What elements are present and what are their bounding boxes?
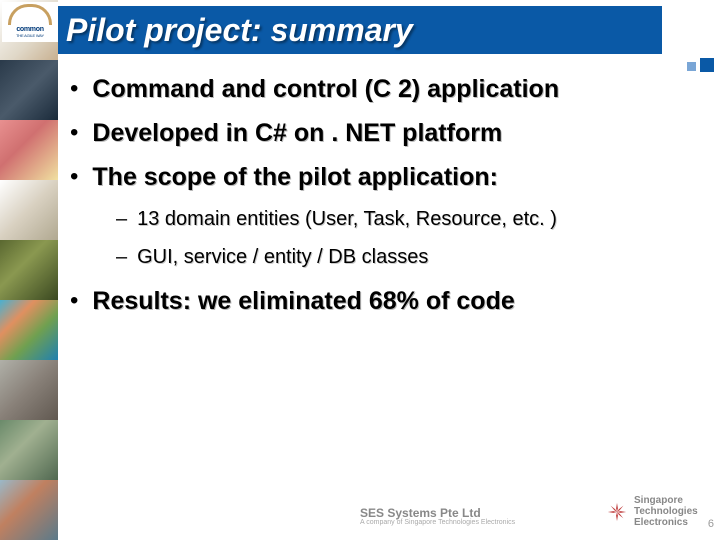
bullet-2-text: Developed in C# on . NET platform (92, 118, 502, 148)
corner-small-square (687, 62, 696, 71)
page-number: 6 (708, 518, 714, 530)
bullet-dot-icon: • (70, 118, 78, 148)
bullet-3: • The scope of the pilot application: (70, 162, 706, 192)
left-image-strip (0, 0, 58, 540)
bullet-dot-icon: • (70, 74, 78, 104)
slide-title: Pilot project: summary (66, 12, 413, 49)
title-bar: Pilot project: summary (58, 6, 662, 54)
bullet-dot-icon: • (70, 162, 78, 192)
bullet-3-text: The scope of the pilot application: (92, 162, 498, 192)
company1-sub: A company of Singapore Technologies Elec… (360, 519, 515, 526)
strip-img-6 (0, 360, 58, 420)
footer: SES Systems Pte Ltd A company of Singapo… (58, 490, 720, 534)
bullet-4-text: Results: we eliminated 68% of code (92, 286, 514, 316)
logo-text: common (2, 26, 58, 33)
strip-img-4 (0, 240, 58, 300)
subbullet-1: – 13 domain entities (User, Task, Resour… (116, 206, 706, 232)
strip-img-3 (0, 180, 58, 240)
corner-big-square (700, 58, 714, 72)
footer-company-2: Singapore Technologies Electronics (606, 495, 720, 528)
company2-line1: Singapore Technologies (634, 495, 720, 517)
logo: common THE AGILE WAY (2, 2, 58, 42)
logo-swoosh-icon (8, 4, 52, 25)
strip-img-7 (0, 420, 58, 480)
logo-subtext: THE AGILE WAY (2, 33, 58, 38)
bullet-dash-icon: – (116, 244, 127, 270)
subbullet-2: – GUI, service / entity / DB classes (116, 244, 706, 270)
bullet-dot-icon: • (70, 286, 78, 316)
bullet-1-text: Command and control (C 2) application (92, 74, 559, 104)
bullet-2: • Developed in C# on . NET platform (70, 118, 706, 148)
footer-company-1: SES Systems Pte Ltd A company of Singapo… (360, 506, 515, 526)
content-area: • Command and control (C 2) application … (70, 74, 706, 330)
subbullet-2-text: GUI, service / entity / DB classes (137, 244, 428, 270)
slide: common THE AGILE WAY Pilot project: summ… (0, 0, 720, 540)
bullet-dash-icon: – (116, 206, 127, 232)
strip-img-5 (0, 300, 58, 360)
subbullet-1-text: 13 domain entities (User, Task, Resource… (137, 206, 557, 232)
corner-accent-icon (670, 58, 714, 70)
company1-name: SES Systems Pte Ltd (360, 506, 515, 520)
star-icon (606, 501, 628, 523)
strip-img-1 (0, 60, 58, 120)
strip-img-2 (0, 120, 58, 180)
bullet-4: • Results: we eliminated 68% of code (70, 286, 706, 316)
strip-img-8 (0, 480, 58, 540)
bullet-1: • Command and control (C 2) application (70, 74, 706, 104)
